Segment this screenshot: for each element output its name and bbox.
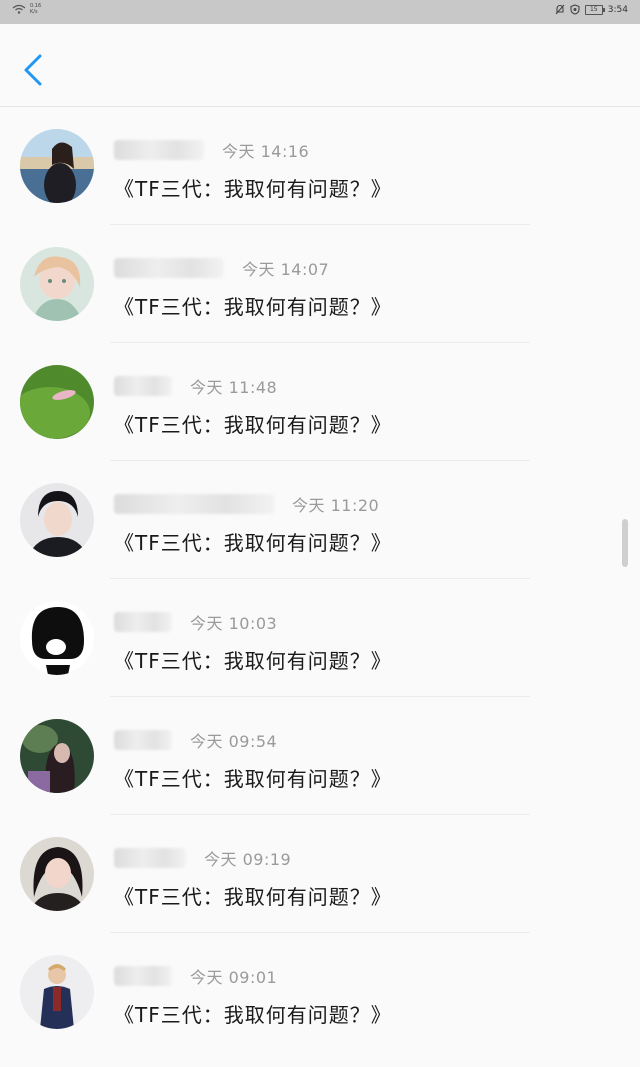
scrollbar[interactable] [622, 519, 628, 567]
list-item[interactable]: 今天 11:48 《TF三代：我取何有问题？》 [0, 343, 640, 461]
avatar[interactable] [20, 129, 94, 203]
message-meta: 今天 14:16 [114, 139, 309, 161]
message-text: 《TF三代：我取何有问题？》 [114, 177, 392, 201]
message-time: 今天 14:07 [242, 260, 330, 279]
clock: 3:54 [607, 4, 628, 15]
bell-off-icon [555, 4, 565, 15]
sender-name-redacted [114, 258, 224, 278]
message-meta: 今天 09:01 [114, 965, 277, 987]
list-item[interactable]: 今天 10:03 《TF三代：我取何有问题？》 [0, 579, 640, 697]
message-text: 《TF三代：我取何有问题？》 [114, 413, 392, 437]
sender-name-redacted [114, 848, 186, 868]
message-meta: 今天 09:54 [114, 729, 277, 751]
message-meta: 今天 11:48 [114, 375, 277, 397]
sender-name-redacted [114, 966, 172, 986]
avatar[interactable] [20, 955, 94, 1029]
chevron-left-icon [24, 54, 42, 86]
message-meta: 今天 09:19 [114, 847, 291, 869]
status-bar: 0.16 K/s 15 3:54 [0, 0, 640, 24]
list-item[interactable]: 今天 14:16 《TF三代：我取何有问题？》 [0, 107, 640, 225]
wifi-icon [12, 4, 26, 14]
avatar[interactable] [20, 365, 94, 439]
message-list[interactable]: 今天 14:16 《TF三代：我取何有问题？》 今天 14:07 《TF三代：我… [0, 107, 640, 1067]
avatar[interactable] [20, 247, 94, 321]
message-time: 今天 10:03 [190, 614, 278, 633]
message-text: 《TF三代：我取何有问题？》 [114, 767, 392, 791]
avatar[interactable] [20, 601, 94, 675]
sender-name-redacted [114, 612, 172, 632]
network-speed-unit: K/s [30, 9, 38, 15]
battery-level: 15 [589, 5, 598, 13]
status-right: 15 3:54 [555, 4, 628, 15]
sender-name-redacted [114, 376, 172, 396]
sender-name-redacted [114, 140, 204, 160]
avatar[interactable] [20, 837, 94, 911]
message-time: 今天 14:16 [222, 142, 310, 161]
shield-icon [570, 4, 580, 15]
list-item[interactable]: 今天 09:19 《TF三代：我取何有问题？》 [0, 815, 640, 933]
message-time: 今天 11:20 [292, 496, 380, 515]
battery-icon: 15 [584, 4, 605, 15]
message-time: 今天 11:48 [190, 378, 278, 397]
message-meta: 今天 10:03 [114, 611, 277, 633]
list-item[interactable]: 今天 09:01 《TF三代：我取何有问题？》 [0, 933, 640, 1051]
message-text: 《TF三代：我取何有问题？》 [114, 531, 392, 555]
message-time: 今天 09:01 [190, 968, 278, 987]
list-item[interactable]: 今天 11:20 《TF三代：我取何有问题？》 [0, 461, 640, 579]
sender-name-redacted [114, 730, 172, 750]
message-text: 《TF三代：我取何有问题？》 [114, 1003, 392, 1027]
avatar[interactable] [20, 483, 94, 557]
message-text: 《TF三代：我取何有问题？》 [114, 649, 392, 673]
message-time: 今天 09:54 [190, 732, 278, 751]
list-item[interactable]: 今天 14:07 《TF三代：我取何有问题？》 [0, 225, 640, 343]
status-left: 0.16 K/s [12, 3, 41, 15]
sender-name-redacted [114, 494, 274, 514]
list-item[interactable]: 今天 09:54 《TF三代：我取何有问题？》 [0, 697, 640, 815]
message-text: 《TF三代：我取何有问题？》 [114, 885, 392, 909]
network-speed: 0.16 K/s [30, 3, 41, 15]
top-bar [0, 24, 640, 107]
message-meta: 今天 14:07 [114, 257, 329, 279]
message-text: 《TF三代：我取何有问题？》 [114, 295, 392, 319]
message-time: 今天 09:19 [204, 850, 292, 869]
avatar[interactable] [20, 719, 94, 793]
message-meta: 今天 11:20 [114, 493, 379, 515]
back-button[interactable] [20, 52, 48, 88]
